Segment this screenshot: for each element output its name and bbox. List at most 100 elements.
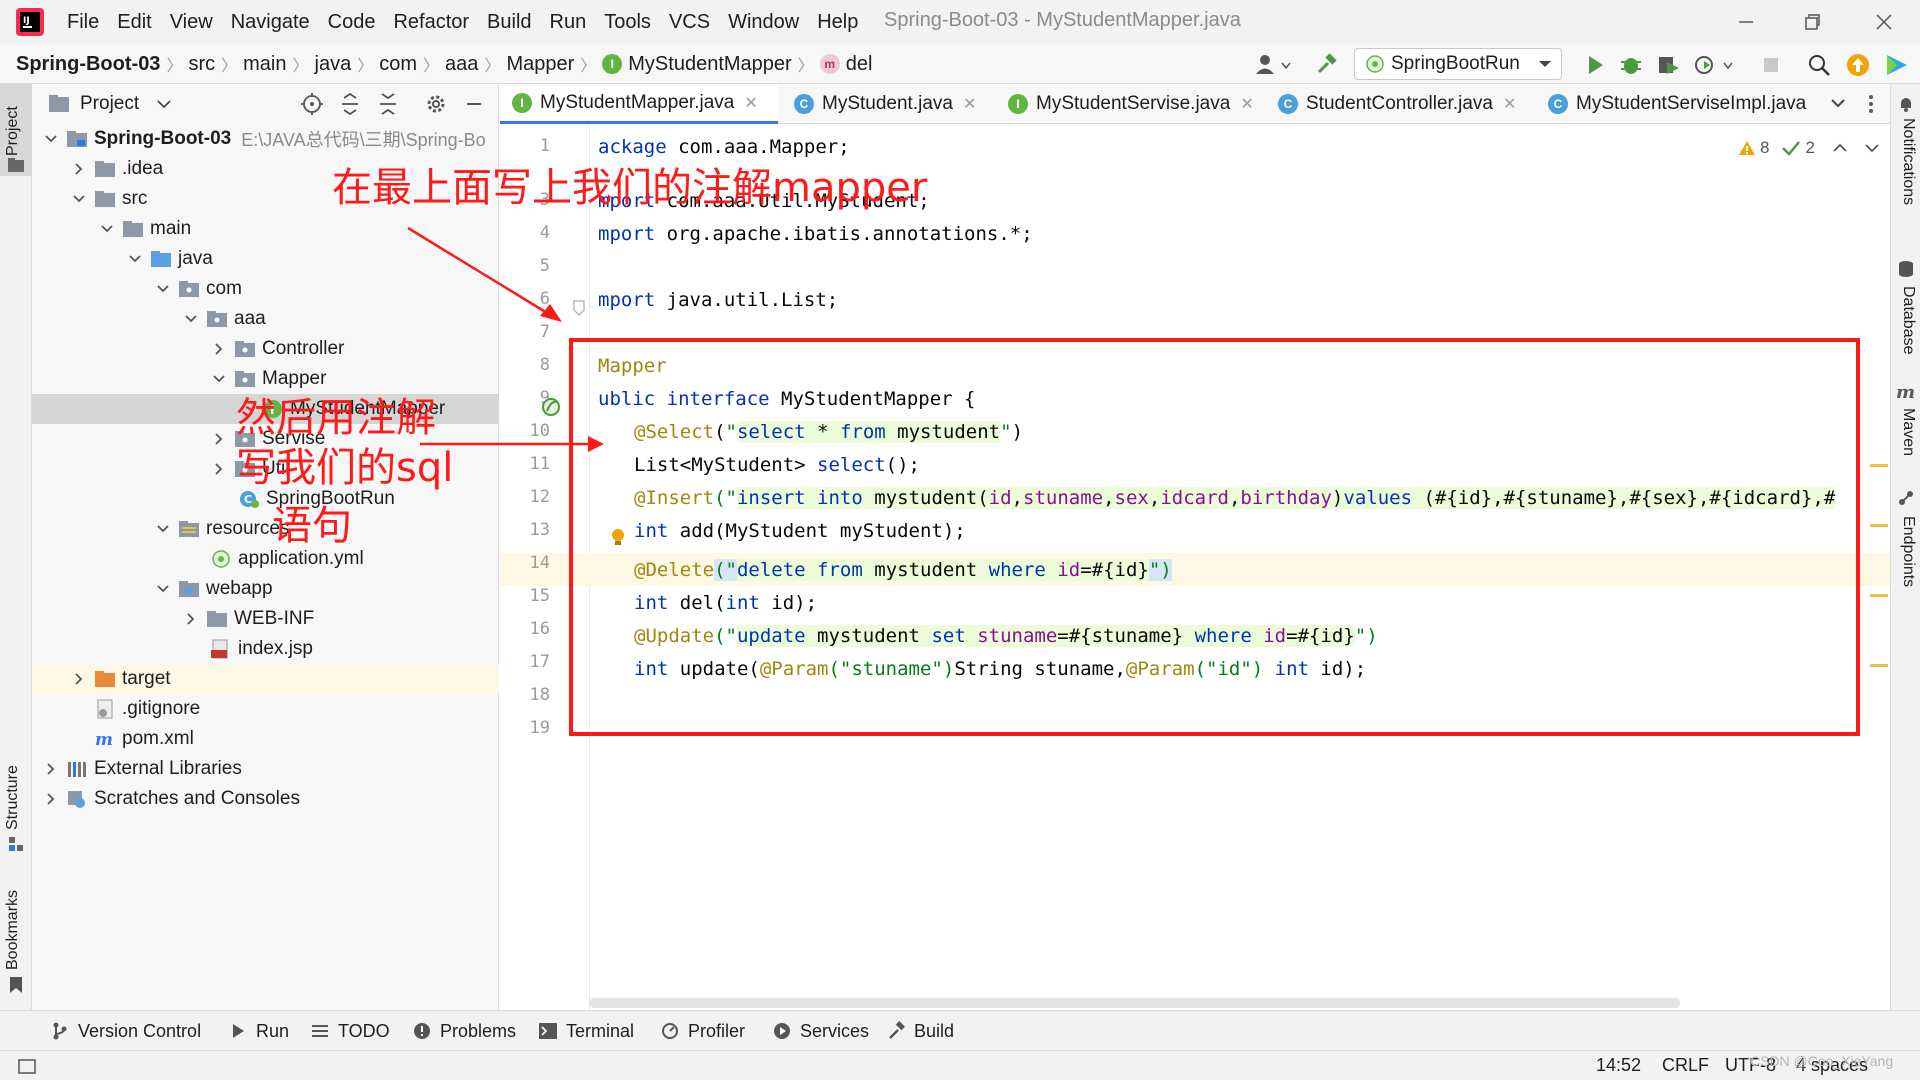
locate-icon[interactable] — [300, 92, 324, 116]
more-options-icon[interactable] — [1868, 94, 1874, 114]
maven-tool-label[interactable]: Maven — [1899, 408, 1917, 456]
tree-item-index-jsp[interactable]: index.jsp — [32, 634, 499, 664]
tree-item-main[interactable]: main — [32, 214, 499, 244]
todo-button[interactable]: TODO — [310, 1011, 390, 1051]
tree-item-mapper[interactable]: Mapper — [32, 364, 499, 394]
restore-icon[interactable] — [1798, 8, 1826, 36]
update-icon[interactable] — [1845, 52, 1871, 78]
gear-icon[interactable] — [424, 92, 448, 116]
chevron-down-icon[interactable] — [154, 520, 172, 538]
run-icon[interactable] — [1582, 52, 1608, 78]
close-icon[interactable]: ✕ — [1503, 94, 1516, 114]
close-window-icon[interactable] — [1870, 8, 1898, 36]
database-tool-label[interactable]: Database — [1899, 286, 1917, 355]
chevron-right-icon[interactable] — [210, 460, 228, 478]
line-separator[interactable]: CRLF — [1662, 1055, 1709, 1076]
bookmarks-tool-label[interactable]: Bookmarks — [4, 890, 22, 970]
services-button[interactable]: Services — [772, 1011, 869, 1051]
endpoints-icon[interactable] — [1898, 490, 1914, 506]
endpoints-tool-label[interactable]: Endpoints — [1899, 516, 1917, 587]
chevron-down-icon[interactable] — [70, 190, 88, 208]
crumb-mapper[interactable]: Mapper — [506, 53, 574, 76]
chevron-right-icon[interactable] — [42, 760, 60, 778]
expand-all-icon[interactable] — [338, 92, 362, 116]
project-pane-title[interactable]: Project — [80, 93, 139, 115]
spring-bean-gutter-icon[interactable] — [540, 396, 562, 418]
coverage-icon[interactable] — [1655, 52, 1681, 78]
chevron-right-icon[interactable] — [70, 670, 88, 688]
maven-icon[interactable]: m — [1896, 382, 1915, 403]
error-stripe-mark[interactable] — [1870, 594, 1888, 597]
menu-run[interactable]: Run — [550, 11, 587, 34]
menu-view[interactable]: View — [170, 11, 213, 34]
chevron-right-icon[interactable] — [182, 610, 200, 628]
menu-edit[interactable]: Edit — [117, 11, 151, 34]
crumb-src[interactable]: src — [188, 53, 215, 76]
chevron-right-icon[interactable] — [210, 340, 228, 358]
menu-window[interactable]: Window — [728, 11, 799, 34]
user-icon[interactable] — [1254, 52, 1294, 78]
menu-build[interactable]: Build — [487, 11, 531, 34]
error-stripe-mark[interactable] — [1870, 664, 1888, 667]
problems-button[interactable]: Problems — [412, 1011, 516, 1051]
run-tool-button[interactable]: Run — [228, 1011, 289, 1051]
chevron-down-icon[interactable] — [1865, 143, 1879, 153]
tab-studentcontroller[interactable]: C StudentController.java ✕ — [1266, 84, 1534, 124]
search-icon[interactable] — [1806, 52, 1832, 78]
horizontal-scrollbar[interactable] — [590, 998, 1680, 1008]
menu-help[interactable]: Help — [817, 11, 858, 34]
menu-vcs[interactable]: VCS — [669, 11, 710, 34]
chevron-down-icon[interactable] — [42, 130, 60, 148]
crumb-project[interactable]: Spring-Boot-03 — [16, 53, 160, 76]
chevron-right-icon[interactable] — [42, 790, 60, 808]
chevron-down-icon[interactable] — [98, 220, 116, 238]
inspection-widget[interactable]: 8 2 — [1738, 138, 1879, 158]
tree-item-web-inf[interactable]: WEB-INF — [32, 604, 499, 634]
tab-mystudentservise[interactable]: I MyStudentServise.java ✕ — [996, 84, 1268, 124]
caret-position[interactable]: 14:52 — [1596, 1055, 1641, 1076]
stop-icon[interactable] — [1758, 52, 1784, 78]
tree-item-java[interactable]: java — [32, 244, 499, 274]
chevron-down-icon[interactable] — [154, 280, 172, 298]
notifications-tool-label[interactable]: Notifications — [1899, 118, 1917, 205]
terminal-button[interactable]: Terminal — [538, 1011, 634, 1051]
chevron-down-icon[interactable] — [126, 250, 144, 268]
version-control-button[interactable]: Version Control — [50, 1011, 201, 1051]
chevron-right-icon[interactable] — [70, 160, 88, 178]
tab-mystudentserviseimpl[interactable]: C MyStudentServiseImpl.java — [1536, 84, 1828, 124]
crumb-method[interactable]: del — [846, 53, 873, 76]
database-icon[interactable] — [1898, 260, 1914, 278]
menu-tools[interactable]: Tools — [604, 11, 651, 34]
close-icon[interactable]: ✕ — [1240, 94, 1253, 114]
tree-item-application-yml[interactable]: application.yml — [32, 544, 499, 574]
tree-item-controller[interactable]: Controller — [32, 334, 499, 364]
close-icon[interactable]: ✕ — [963, 94, 976, 114]
error-stripe-mark[interactable] — [1870, 524, 1888, 527]
tree-item-target[interactable]: target — [32, 664, 499, 694]
tree-item-resources[interactable]: resources — [32, 514, 499, 544]
chevron-down-icon[interactable] — [1830, 97, 1846, 109]
tree-item-pom-xml[interactable]: m pom.xml — [32, 724, 499, 754]
tree-item-external-libraries[interactable]: External Libraries — [32, 754, 499, 784]
profiler-button[interactable]: Profiler — [660, 1011, 745, 1051]
collapse-all-icon[interactable] — [376, 92, 400, 116]
run-configuration-select[interactable]: SpringBootRun — [1354, 48, 1562, 80]
chevron-up-icon[interactable] — [1833, 143, 1847, 153]
tree-item-gitignore[interactable]: .gitignore — [32, 694, 499, 724]
close-icon[interactable]: ✕ — [744, 93, 757, 113]
tab-mystudentmapper[interactable]: I MyStudentMapper.java ✕ — [500, 84, 778, 124]
tree-item-scratches[interactable]: Scratches and Consoles — [32, 784, 499, 814]
minimize-icon[interactable] — [1732, 8, 1760, 36]
project-tool-label[interactable]: Project — [4, 106, 22, 156]
debug-icon[interactable] — [1618, 52, 1644, 78]
profiler-icon[interactable] — [1692, 52, 1736, 78]
jetbrains-icon[interactable] — [1884, 52, 1910, 78]
crumb-main[interactable]: main — [243, 53, 286, 76]
crumb-com[interactable]: com — [379, 53, 417, 76]
chevron-down-icon[interactable] — [182, 310, 200, 328]
crumb-aaa[interactable]: aaa — [445, 53, 478, 76]
menu-file[interactable]: File — [67, 11, 99, 34]
crumb-class[interactable]: MyStudentMapper — [628, 53, 791, 76]
menu-navigate[interactable]: Navigate — [231, 11, 310, 34]
chevron-down-icon[interactable] — [154, 580, 172, 598]
